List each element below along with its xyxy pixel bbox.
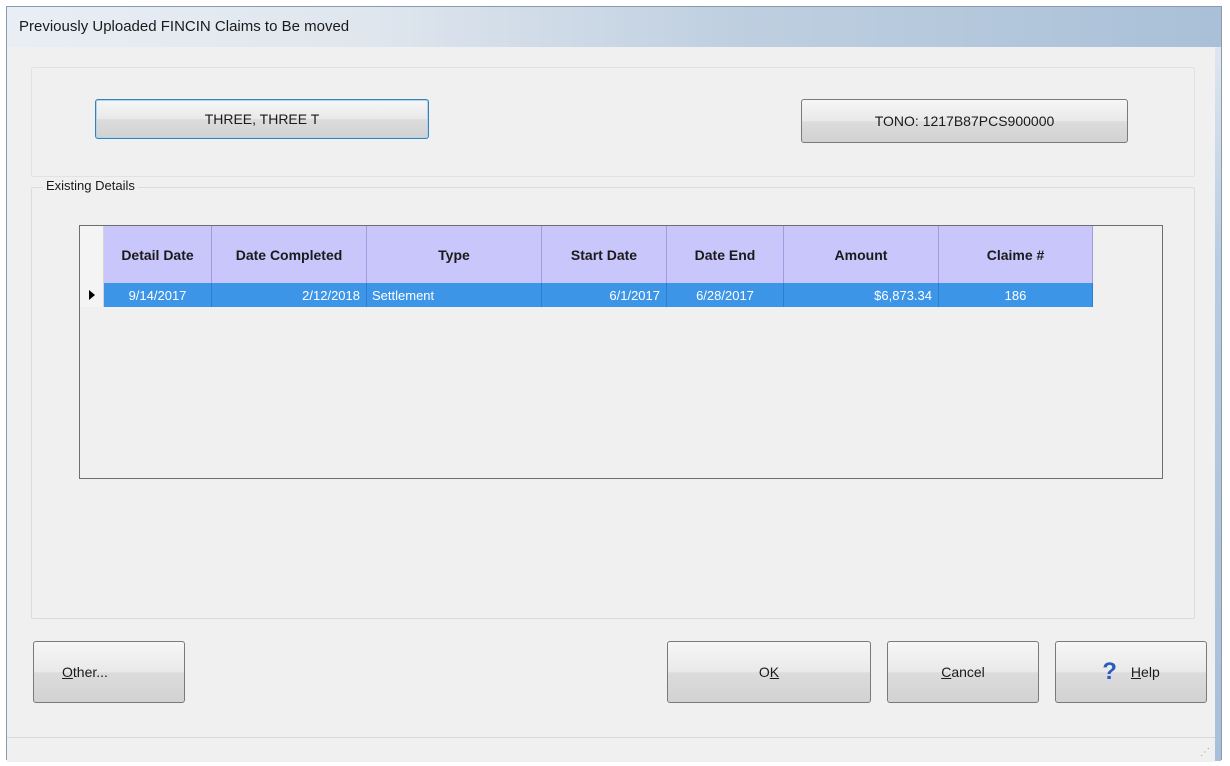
cancel-label-rest: ancel	[951, 664, 985, 680]
grid-corner-cell	[80, 226, 104, 283]
dialog-content: THREE, THREE T TONO: 1217B87PCS900000 Ex…	[7, 47, 1215, 762]
ok-button-label: OK	[759, 664, 779, 680]
cancel-mnemonic: C	[941, 664, 952, 680]
resize-grip-icon[interactable]: ⋰	[1200, 747, 1210, 758]
other-button-label: Other...	[62, 664, 108, 680]
cell-amount[interactable]: $6,873.34	[784, 283, 939, 307]
insured-name-button[interactable]: THREE, THREE T	[95, 99, 429, 139]
current-row-arrow-icon	[80, 283, 104, 307]
cell-type[interactable]: Settlement	[367, 283, 542, 307]
column-header-detail-date[interactable]: Detail Date	[104, 226, 212, 283]
window-title: Previously Uploaded FINCIN Claims to Be …	[19, 18, 350, 35]
column-header-date-end[interactable]: Date End	[667, 226, 784, 283]
column-header-start-date[interactable]: Start Date	[542, 226, 667, 283]
other-label-rest: ther...	[72, 664, 108, 680]
cell-detail-date[interactable]: 9/14/2017	[104, 283, 212, 307]
column-header-claim-number[interactable]: Claime #	[939, 226, 1093, 283]
other-mnemonic: O	[62, 664, 73, 680]
title-bar[interactable]: Previously Uploaded FINCIN Claims to Be …	[7, 7, 1221, 47]
column-header-amount[interactable]: Amount	[784, 226, 939, 283]
cancel-button-label: Cancel	[941, 664, 985, 680]
column-header-type[interactable]: Type	[367, 226, 542, 283]
ok-mnemonic: K	[769, 664, 780, 680]
help-button-label: Help	[1131, 664, 1160, 680]
status-bar: ⋰	[7, 737, 1215, 762]
cell-claim-number[interactable]: 186	[939, 283, 1093, 307]
column-header-date-completed[interactable]: Date Completed	[212, 226, 367, 283]
cell-date-end[interactable]: 6/28/2017	[667, 283, 784, 307]
cell-start-date[interactable]: 6/1/2017	[542, 283, 667, 307]
tono-button[interactable]: TONO: 1217B87PCS900000	[801, 99, 1128, 143]
question-mark-icon: ?	[1102, 658, 1117, 685]
existing-details-label: Existing Details	[43, 178, 138, 193]
other-button[interactable]: Other...	[33, 641, 185, 703]
grid-header-row: Detail Date Date Completed Type Start Da…	[80, 226, 1093, 283]
details-grid[interactable]: Detail Date Date Completed Type Start Da…	[79, 225, 1163, 479]
help-mnemonic: H	[1130, 664, 1142, 680]
help-label-rest: elp	[1141, 664, 1160, 680]
cancel-button[interactable]: Cancel	[887, 641, 1039, 703]
ok-button[interactable]: OK	[667, 641, 871, 703]
ok-label-first: O	[758, 664, 770, 680]
help-button[interactable]: ? Help	[1055, 641, 1207, 703]
table-row[interactable]: 9/14/2017 2/12/2018 Settlement 6/1/2017 …	[80, 283, 1093, 307]
cell-date-completed[interactable]: 2/12/2018	[212, 283, 367, 307]
dialog-window: Previously Uploaded FINCIN Claims to Be …	[6, 6, 1222, 762]
